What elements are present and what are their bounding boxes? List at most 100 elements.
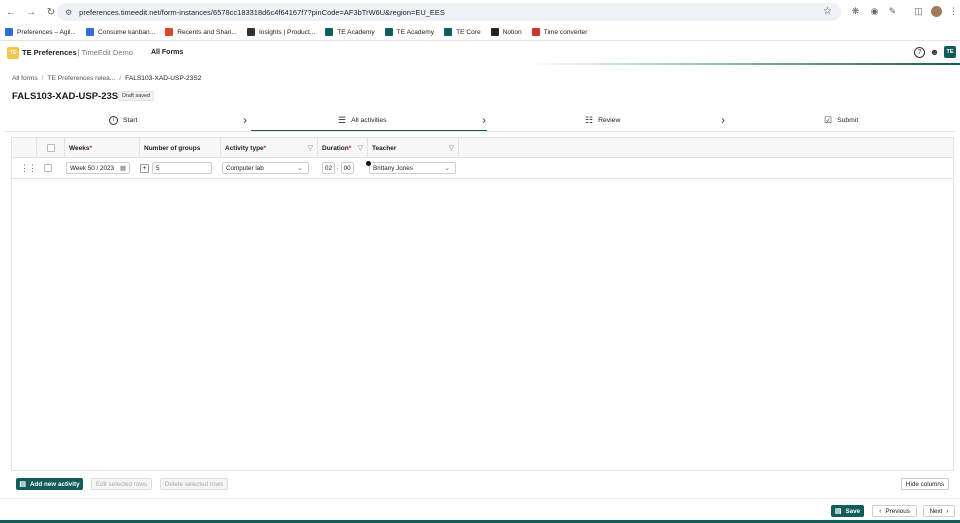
chevron-right-icon: › [482, 113, 486, 127]
bookmark-item[interactable]: Insights | Product... [246, 28, 316, 36]
hide-columns-button[interactable]: Hide columns [901, 478, 949, 490]
review-icon: ☷ [585, 114, 594, 125]
required-marker: * [348, 144, 352, 152]
filter-icon[interactable]: ▽ [358, 144, 363, 152]
breadcrumb-item-all-forms[interactable]: All forms [12, 75, 38, 82]
help-icon[interactable]: ? [914, 46, 925, 58]
step-label: Start [123, 116, 138, 124]
teacher-select[interactable]: Brittany Jones ⌄ [369, 162, 456, 174]
duration-cell: 02 : 00 [322, 158, 354, 178]
weeks-cell: Week 50 / 2023 ▦ [66, 158, 130, 178]
column-header-number-of-groups[interactable]: Number of groups [139, 138, 220, 158]
info-indicator-icon[interactable] [366, 161, 371, 166]
bookmark-label: TE Core [456, 28, 481, 36]
avatar[interactable]: TE [944, 46, 956, 58]
activity-type-cell: Computer lab ⌄ [222, 158, 309, 178]
bookmark-label: Consume kanban... [98, 28, 156, 36]
activity-type-select[interactable]: Computer lab ⌄ [222, 162, 309, 174]
chevron-right-icon: › [946, 507, 949, 515]
step-review[interactable]: ☷ Review [585, 109, 620, 131]
column-header-teacher[interactable]: Teacher ▽ [367, 138, 459, 158]
bookmark-item[interactable]: Preferences – Agil... [5, 28, 76, 36]
step-label: All activities [351, 116, 387, 124]
list-icon: ☰ [338, 114, 347, 125]
profile-avatar[interactable] [931, 6, 942, 17]
bookmark-favicon-icon [86, 28, 95, 36]
column-header-weeks[interactable]: Weeks * [64, 138, 139, 158]
step-all-activities[interactable]: ☰ All activities [338, 109, 387, 131]
chevron-down-icon: ⌄ [297, 165, 303, 172]
save-button[interactable]: ▤ Save [831, 505, 864, 517]
breadcrumb-item-form-group[interactable]: TE Preferences relea... [48, 75, 116, 82]
chevron-left-icon: ‹ [879, 507, 882, 515]
extensions-puzzle-icon[interactable]: ✎ [887, 6, 898, 17]
row-checkbox[interactable] [44, 164, 52, 172]
next-button[interactable]: Next › [923, 505, 955, 517]
nav-all-forms[interactable]: All Forms [151, 49, 183, 56]
site-settings-icon[interactable]: ⚙ [65, 8, 72, 17]
app-header: TE TE Preferences | TimeEdit Demo All Fo… [0, 41, 960, 64]
extension-icon[interactable]: ◉ [869, 6, 880, 17]
user-icon[interactable]: ☻ [929, 47, 940, 58]
bookmark-label: Preferences – Agil... [17, 28, 77, 36]
bookmark-favicon-icon [531, 28, 540, 36]
chevron-right-icon: › [243, 113, 247, 127]
extension-icon[interactable]: ❋ [850, 6, 861, 17]
bookmark-star-icon[interactable]: ☆ [823, 6, 832, 17]
drag-handle-icon[interactable]: ⋮⋮ [20, 158, 37, 178]
status-badge: Draft saved [118, 91, 155, 101]
required-marker: * [263, 144, 267, 152]
bookmark-item[interactable]: TE Core [444, 28, 481, 36]
duration-hours-input[interactable]: 02 [322, 162, 335, 174]
sidebar-icon[interactable]: ◫ [913, 6, 924, 17]
previous-button[interactable]: ‹ Previous [872, 505, 917, 517]
back-icon[interactable]: ← [2, 3, 20, 21]
duration-minutes-input[interactable]: 00 [340, 162, 354, 174]
add-document-icon: ▤ [19, 481, 26, 488]
bookmark-label: TE Academy [396, 28, 435, 36]
bookmark-item[interactable]: TE Academy [384, 28, 435, 36]
bookmark-favicon-icon [5, 28, 13, 36]
bookmark-item[interactable]: TE Academy [325, 28, 375, 36]
step-start[interactable]: i Start [109, 109, 137, 131]
address-bar[interactable]: ⚙ preferences.timeedit.net/form-instance… [57, 3, 841, 21]
duration-separator: : [337, 165, 339, 171]
breadcrumb: All forms / TE Preferences relea... / FA… [12, 75, 202, 82]
bookmark-favicon-icon [384, 28, 393, 36]
delete-selected-rows-button[interactable]: Delete selected rows [160, 478, 228, 490]
step-submit[interactable]: ☑ Submit [824, 109, 858, 131]
forward-icon[interactable]: → [22, 3, 40, 21]
bookmark-label: Notion [502, 28, 522, 36]
bookmark-label: Insights | Product... [258, 28, 316, 36]
add-group-icon[interactable]: + [140, 163, 149, 173]
footer-divider [0, 498, 960, 499]
add-new-activity-button[interactable]: ▤ Add new activity [16, 478, 83, 490]
breadcrumb-item-current: FALS103-XAD-USP-23S2 [125, 75, 202, 82]
menu-kebab-icon[interactable]: ⋮ [948, 6, 959, 17]
bookmark-item[interactable]: Consume kanban... [86, 28, 155, 36]
filter-icon[interactable]: ▽ [449, 144, 454, 152]
column-header-duration[interactable]: Duration * ▽ [317, 138, 367, 158]
edit-selected-rows-button[interactable]: Edit selected rows [91, 478, 152, 490]
save-icon: ▤ [834, 508, 842, 515]
bookmark-item[interactable]: Recents and Shari... [165, 28, 237, 36]
step-label: Review [598, 116, 621, 124]
table-row: ⋮⋮ Week 50 / 2023 ▦ + 5 Computer lab ⌄ 0… [12, 158, 953, 179]
column-header-activity-type[interactable]: Activity type * ▽ [220, 138, 317, 158]
te-logo: TE [7, 46, 19, 59]
info-icon: i [109, 115, 118, 125]
app-subtitle: | TimeEdit Demo [77, 48, 133, 57]
filter-icon[interactable]: ▽ [308, 144, 313, 152]
bookmark-favicon-icon [165, 28, 174, 36]
submit-icon: ☑ [824, 114, 833, 125]
url-text[interactable]: preferences.timeedit.net/form-instances/… [79, 8, 445, 17]
bookmark-item[interactable]: Notion [490, 28, 522, 36]
activities-table: Weeks * Number of groups Activity type * ▽… [11, 137, 954, 471]
select-all-checkbox[interactable] [46, 144, 55, 152]
bookmark-favicon-icon [444, 28, 453, 36]
page-title: FALS103-XAD-USP-23S2 [12, 91, 124, 102]
groups-input[interactable]: 5 [152, 162, 212, 174]
weeks-picker[interactable]: Week 50 / 2023 ▦ [66, 162, 130, 174]
groups-cell: + 5 [140, 158, 212, 178]
bookmark-item[interactable]: Time converter [531, 28, 587, 36]
